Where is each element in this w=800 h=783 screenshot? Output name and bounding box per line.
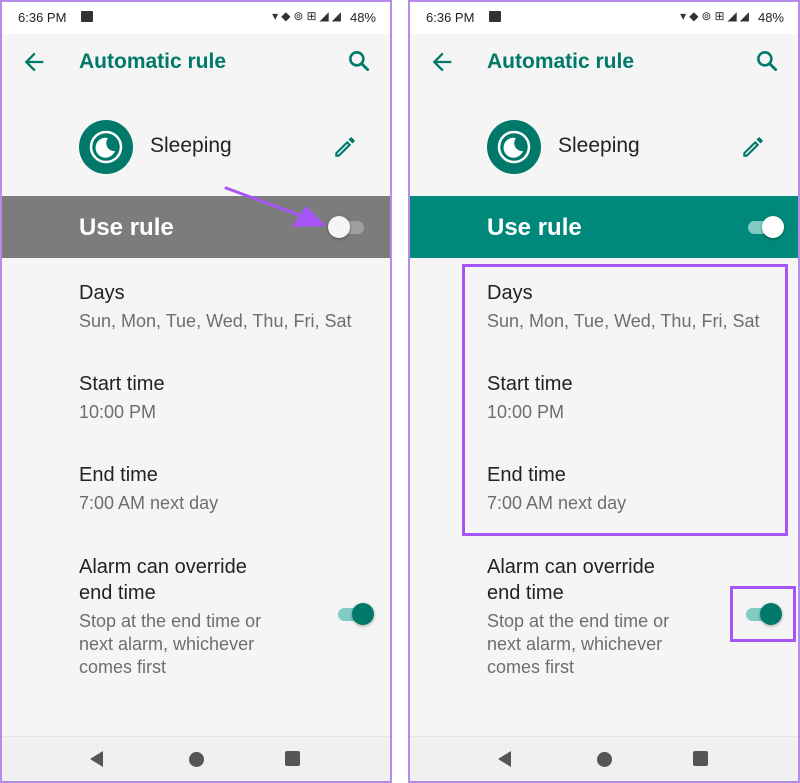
alarm-override-title: Alarm can override end time xyxy=(487,556,655,604)
system-nav-bar xyxy=(410,736,798,781)
toggle-thumb xyxy=(760,603,782,625)
end-time-setting[interactable]: End time 7:00 AM next day xyxy=(487,462,788,515)
system-nav-bar xyxy=(2,736,390,781)
toggle-thumb xyxy=(762,216,784,238)
use-rule-label: Use rule xyxy=(487,214,582,241)
alarm-override-value: Stop at the end time or next alarm, whic… xyxy=(79,611,262,677)
phone-screen-after: 6:36 PM ▾◆⊚⊞◢◢ 48% Automatic rule Sleepi… xyxy=(408,0,800,783)
moon-clock-icon xyxy=(497,130,531,164)
use-rule-bar[interactable]: Use rule xyxy=(410,196,798,258)
battery-level: 48% xyxy=(757,10,784,25)
alarm-override-setting[interactable]: Alarm can override end time Stop at the … xyxy=(487,554,688,679)
use-rule-toggle[interactable] xyxy=(746,216,784,238)
page-title: Automatic rule xyxy=(487,50,635,73)
nav-recents-icon[interactable] xyxy=(693,751,708,766)
start-time-setting[interactable]: Start time 10:00 PM xyxy=(79,371,380,424)
status-time: 6:36 PM xyxy=(426,10,475,25)
start-time-title: Start time xyxy=(487,373,573,395)
pencil-icon[interactable] xyxy=(740,134,766,160)
start-time-setting[interactable]: Start time 10:00 PM xyxy=(487,371,788,424)
rule-icon-circle xyxy=(487,120,541,174)
app-toolbar: Automatic rule xyxy=(410,34,798,92)
search-icon[interactable] xyxy=(754,48,780,74)
arrow-left-icon[interactable] xyxy=(20,48,48,76)
days-value: Sun, Mon, Tue, Wed, Thu, Fri, Sat xyxy=(79,311,352,331)
days-setting[interactable]: Days Sun, Mon, Tue, Wed, Thu, Fri, Sat xyxy=(487,280,788,333)
arrow-annotation xyxy=(224,186,326,227)
alarm-override-setting[interactable]: Alarm can override end time Stop at the … xyxy=(79,554,280,679)
status-time: 6:36 PM xyxy=(18,10,67,25)
alarm-override-toggle[interactable] xyxy=(336,603,374,625)
rule-header: Sleeping xyxy=(410,112,798,180)
use-rule-label: Use rule xyxy=(79,214,174,241)
start-time-value: 10:00 PM xyxy=(487,402,565,422)
nav-home-icon[interactable] xyxy=(189,752,204,767)
use-rule-toggle[interactable] xyxy=(328,216,366,238)
days-setting[interactable]: Days Sun, Mon, Tue, Wed, Thu, Fri, Sat xyxy=(79,280,380,333)
gallery-icon xyxy=(489,11,501,22)
nav-back-icon[interactable] xyxy=(498,751,511,767)
rule-name: Sleeping xyxy=(558,134,640,157)
end-time-value: 7:00 AM next day xyxy=(79,493,219,513)
nav-recents-icon[interactable] xyxy=(285,751,300,766)
gallery-icon xyxy=(81,11,93,22)
status-icons: ▾◆⊚⊞◢◢ xyxy=(272,9,344,23)
start-time-title: Start time xyxy=(79,373,165,395)
end-time-setting[interactable]: End time 7:00 AM next day xyxy=(79,462,380,515)
days-value: Sun, Mon, Tue, Wed, Thu, Fri, Sat xyxy=(487,311,760,331)
status-bar: 6:36 PM ▾◆⊚⊞◢◢ 48% xyxy=(2,2,390,34)
arrow-left-icon[interactable] xyxy=(428,48,456,76)
toggle-thumb xyxy=(352,603,374,625)
start-time-value: 10:00 PM xyxy=(79,402,157,422)
days-title: Days xyxy=(487,282,533,304)
end-time-title: End time xyxy=(487,464,566,486)
nav-back-icon[interactable] xyxy=(90,751,103,767)
rule-name: Sleeping xyxy=(150,134,232,157)
status-bar: 6:36 PM ▾◆⊚⊞◢◢ 48% xyxy=(410,2,798,34)
battery-level: 48% xyxy=(349,10,376,25)
rule-header: Sleeping xyxy=(2,112,390,180)
alarm-override-toggle[interactable] xyxy=(744,603,782,625)
days-title: Days xyxy=(79,282,125,304)
rule-icon-circle xyxy=(79,120,133,174)
status-icons: ▾◆⊚⊞◢◢ xyxy=(680,9,752,23)
end-time-title: End time xyxy=(79,464,158,486)
page-title: Automatic rule xyxy=(79,50,227,73)
moon-clock-icon xyxy=(89,130,123,164)
end-time-value: 7:00 AM next day xyxy=(487,493,627,513)
search-icon[interactable] xyxy=(346,48,372,74)
pencil-icon[interactable] xyxy=(332,134,358,160)
app-toolbar: Automatic rule xyxy=(2,34,390,92)
alarm-override-title: Alarm can override end time xyxy=(79,556,247,604)
nav-home-icon[interactable] xyxy=(597,752,612,767)
alarm-override-value: Stop at the end time or next alarm, whic… xyxy=(487,611,670,677)
phone-screen-before: 6:36 PM ▾◆⊚⊞◢◢ 48% Automatic rule Sleepi… xyxy=(0,0,392,783)
